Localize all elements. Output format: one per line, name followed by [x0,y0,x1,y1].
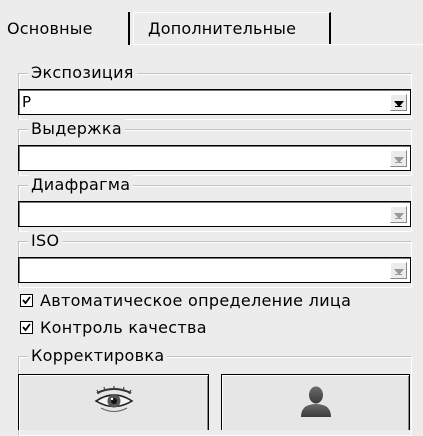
shutter-label: Выдержка [28,119,125,139]
exposure-label: Экспозиция [28,63,137,83]
tab-divider [130,44,423,45]
face-detect-checkbox[interactable] [20,294,33,307]
quality-row[interactable]: Контроль качества [20,318,207,337]
tab-main-label: Основные [7,19,93,38]
shutter-dropdown-icon[interactable] [390,150,407,167]
eye-icon [93,385,135,420]
checkmark-icon [22,296,31,305]
tab-main[interactable]: Основные [0,12,130,45]
quality-label: Контроль качества [40,318,207,337]
iso-label: ISO [28,231,63,251]
tab-extra-label: Дополнительные [148,19,297,38]
aperture-label: Диафрагма [28,175,134,195]
checkmark-icon [22,323,31,332]
tab-extra[interactable]: Дополнительные [133,12,331,45]
eye-correction-button[interactable] [18,374,209,430]
iso-select[interactable] [18,257,411,283]
aperture-dropdown-icon[interactable] [390,206,407,223]
shutter-select[interactable] [18,145,411,171]
face-detect-label: Автоматическое определение лица [40,291,352,310]
exposure-select[interactable]: P [18,89,411,115]
correction-label: Корректировка [28,346,168,366]
person-icon [298,385,334,421]
exposure-value: P [22,93,32,111]
iso-dropdown-icon[interactable] [390,262,407,279]
exposure-dropdown-icon[interactable] [390,94,407,111]
aperture-select[interactable] [18,201,411,227]
face-correction-button[interactable] [221,374,410,430]
quality-checkbox[interactable] [20,321,33,334]
face-detect-row[interactable]: Автоматическое определение лица [20,291,351,310]
